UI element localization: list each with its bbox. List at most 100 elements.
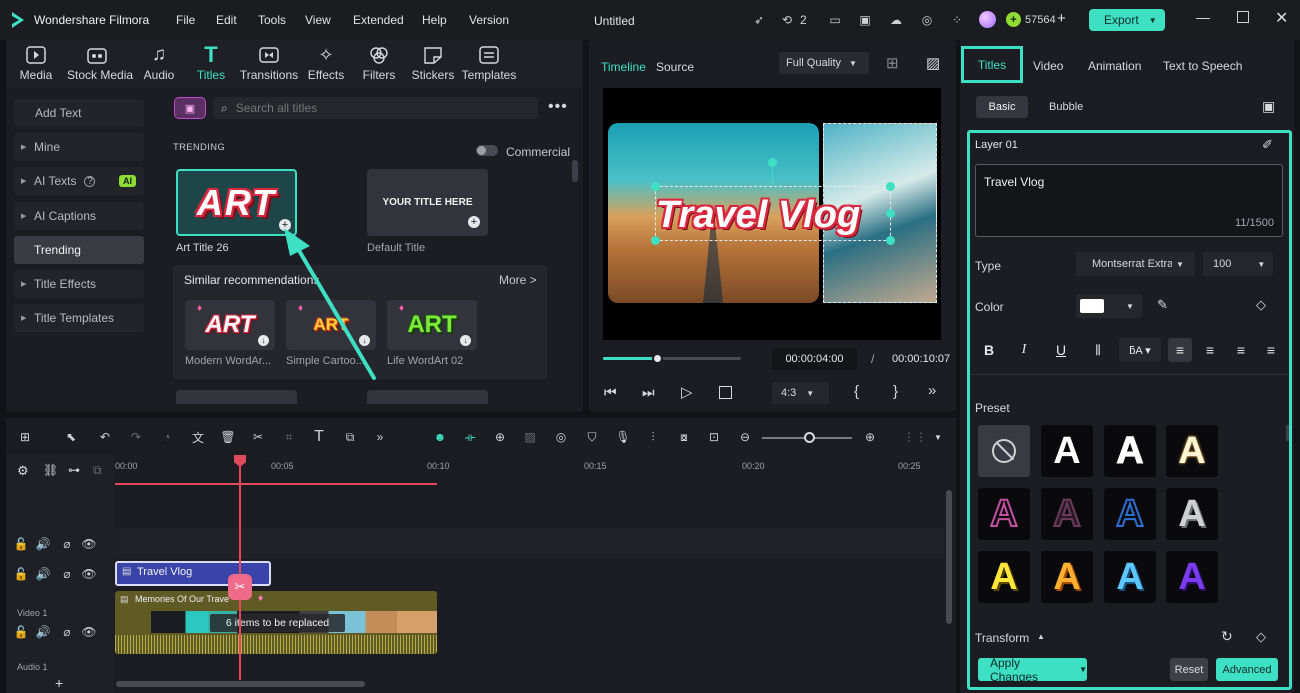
sidebar-item-ai-captions[interactable]: ▶ AI Captions	[14, 202, 144, 230]
add-icon[interactable]: +	[468, 216, 480, 228]
preview-title-text[interactable]: Travel Vlog	[656, 194, 860, 237]
sidebar-item-title-effects[interactable]: ▶ Title Effects	[14, 270, 144, 298]
ai-robot-icon[interactable]: ☻	[431, 428, 449, 446]
toolbar-audio[interactable]: ♫ Audio	[129, 44, 189, 84]
speaker-icon[interactable]: 🔊	[36, 537, 51, 551]
settings-icon[interactable]: ⚙	[17, 463, 29, 479]
resize-handle[interactable]	[886, 182, 895, 191]
speaker-icon[interactable]: 🔊	[36, 567, 51, 581]
eye-icon[interactable]: 👁	[81, 625, 96, 639]
mark-out-button[interactable]: }	[893, 383, 898, 400]
add-track-icon[interactable]: +	[55, 675, 63, 691]
more-controls-icon[interactable]: »	[928, 382, 936, 399]
stop-icon[interactable]	[719, 386, 732, 399]
prev-frame-icon[interactable]: ⏮	[604, 384, 617, 401]
sidebar-item-trending[interactable]: Trending	[14, 236, 144, 264]
reset-transform-icon[interactable]: ↻	[1221, 628, 1233, 645]
zoom-in-icon[interactable]: ⊕	[861, 428, 879, 446]
resize-handle[interactable]	[886, 209, 895, 218]
similar-item-life-wordart[interactable]: ♦ ART ↓	[387, 300, 477, 350]
toolbar-titles[interactable]: T Titles	[181, 42, 241, 84]
replace-icon[interactable]: ⧇	[675, 428, 693, 446]
apply-changes-button[interactable]: Apply Changes ▼	[978, 656, 1087, 684]
subtab-basic[interactable]: Basic	[976, 96, 1028, 118]
menu-view[interactable]: View	[297, 13, 339, 27]
speed-icon[interactable]: ◔	[158, 428, 176, 446]
ai-edit-icon[interactable]: ✐	[1262, 137, 1273, 153]
undo-icon[interactable]: ↶	[96, 428, 114, 446]
sidebar-item-title-templates[interactable]: ▶ Title Templates	[14, 304, 144, 332]
text-case-select[interactable]: ƃA ▾	[1119, 338, 1161, 362]
preset-silver[interactable]: A	[1166, 488, 1218, 540]
library-scrollbar[interactable]	[572, 160, 578, 182]
more-link[interactable]: More >	[499, 273, 537, 287]
snap-icon[interactable]: ⟛	[461, 428, 479, 446]
toolbar-media[interactable]: Media	[6, 44, 66, 84]
preset-sky-blue[interactable]: A	[1104, 551, 1156, 603]
preset-cream-glow[interactable]: A	[1166, 425, 1218, 477]
link-icon[interactable]: ⊶	[68, 463, 80, 477]
tab-timeline[interactable]: Timeline	[601, 60, 646, 74]
download-icon[interactable]: ↓	[258, 335, 269, 346]
cloud-icon[interactable]: ☁	[887, 12, 905, 28]
redo-icon[interactable]: ↷	[127, 428, 145, 446]
track-manager-icon[interactable]: ⧉	[93, 463, 102, 478]
history-icon[interactable]: ⟲	[778, 12, 796, 28]
aspect-select[interactable]: 4:3 ▼	[772, 382, 829, 404]
export-button[interactable]: Export ▼	[1089, 9, 1165, 31]
download-icon[interactable]: ↓	[460, 335, 471, 346]
mute-icon[interactable]: ⌀	[60, 537, 74, 551]
preset-white[interactable]: A	[1041, 425, 1093, 477]
text-content-field[interactable]: Travel Vlog 11/1500	[975, 164, 1283, 237]
pip-icon[interactable]: ⊡	[705, 428, 723, 446]
collapse-caret-icon[interactable]: ▲	[1037, 632, 1045, 641]
layout-grid-icon[interactable]: ⊞	[16, 428, 34, 446]
font-select[interactable]: Montserrat Extra ▼	[1076, 252, 1195, 276]
more-tools-icon[interactable]: »	[371, 428, 389, 446]
mark-in-button[interactable]: {	[854, 383, 859, 400]
split-scissors-icon[interactable]: ✂	[249, 428, 267, 446]
preset-blue-outline[interactable]: A	[1104, 488, 1156, 540]
zoom-out-icon[interactable]: ⊖	[736, 428, 754, 446]
preset-dark-purple[interactable]: A	[1041, 488, 1093, 540]
mixer-icon[interactable]: ⫶	[644, 428, 662, 446]
close-icon[interactable]: ✕	[1275, 8, 1288, 28]
advanced-button[interactable]: Advanced	[1216, 658, 1278, 681]
save-icon[interactable]: ▣	[856, 12, 874, 28]
text-tool-icon[interactable]: T	[310, 428, 328, 446]
mute-icon[interactable]: ⌀	[60, 567, 74, 581]
shield-icon[interactable]: ⛉	[583, 428, 601, 446]
align-right-icon[interactable]: ≡	[1229, 338, 1253, 362]
commercial-toggle[interactable]	[476, 145, 498, 156]
snapshot-icon[interactable]: ▨	[926, 54, 940, 72]
similar-item-modern-wordart[interactable]: ♦ ART ↓	[185, 300, 275, 350]
resize-handle[interactable]	[651, 182, 660, 191]
minimize-icon[interactable]: —	[1196, 9, 1210, 25]
unlink-icon[interactable]: ⛓	[43, 463, 58, 477]
resize-handle[interactable]	[886, 236, 895, 245]
bold-button[interactable]: B	[977, 338, 1001, 362]
mute-icon[interactable]: ⌀	[60, 625, 74, 639]
tab-text-to-speech[interactable]: Text to Speech	[1163, 59, 1242, 73]
play-icon[interactable]: ▷	[681, 383, 693, 401]
tab-video[interactable]: Video	[1033, 59, 1063, 73]
split-scissors-handle[interactable]: ✂	[228, 574, 252, 600]
chevron-down-icon[interactable]: ▼	[934, 433, 942, 442]
maximize-icon[interactable]	[1237, 11, 1249, 23]
tab-source[interactable]: Source	[656, 60, 694, 74]
save-preset-icon[interactable]: ▣	[1262, 98, 1275, 115]
timeline-horizontal-scrollbar[interactable]	[116, 681, 365, 687]
toolbar-stock-media[interactable]: Stock Media	[67, 44, 133, 84]
lock-icon[interactable]: 🔓	[14, 625, 29, 639]
track-view-icon[interactable]: ⋮⋮	[903, 428, 927, 446]
support-icon[interactable]: ◎	[918, 12, 936, 28]
menu-file[interactable]: File	[168, 13, 203, 27]
font-size-select[interactable]: 100 ▼	[1203, 252, 1273, 276]
grid-apps-icon[interactable]: ⁘	[948, 12, 966, 28]
delete-icon[interactable]: 🗑	[219, 428, 237, 446]
zoom-slider-handle[interactable]	[804, 432, 815, 443]
lock-icon[interactable]: 🔓	[14, 537, 29, 551]
menu-edit[interactable]: Edit	[208, 13, 245, 27]
image-icon[interactable]: ▨	[521, 428, 539, 446]
toolbar-transitions[interactable]: Transitions	[239, 44, 299, 84]
